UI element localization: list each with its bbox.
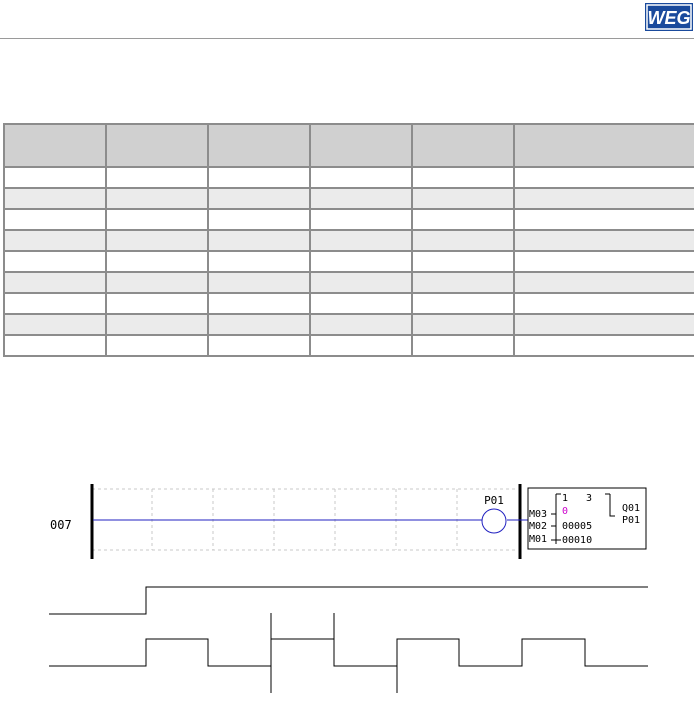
timing-chart [49, 586, 648, 693]
table-cell [411, 166, 515, 189]
table-cell [309, 187, 413, 210]
table-header-cell [3, 123, 107, 168]
block-input-label: M03 [529, 509, 547, 520]
table-cell [3, 229, 107, 252]
ladder-diagram: P01 007 1 3 M03 0 M02 00005 M01 00010 Q0… [0, 470, 694, 704]
table-cell [513, 208, 694, 231]
block-top-left: 1 [562, 493, 568, 504]
table-row [3, 334, 694, 357]
table-cell [105, 313, 209, 336]
table-cell [309, 229, 413, 252]
header-rule [0, 38, 694, 39]
table-cell [3, 250, 107, 273]
svg-text:WEG: WEG [648, 8, 691, 28]
table-cell [207, 208, 311, 231]
table-cell [3, 313, 107, 336]
table-row [3, 250, 694, 273]
table-cell [207, 229, 311, 252]
table-cell [3, 334, 107, 357]
table-row [3, 229, 694, 252]
parameter-table [3, 123, 694, 357]
line-number: 007 [50, 518, 72, 532]
table-cell [411, 313, 515, 336]
table-header-cell [105, 123, 209, 168]
timing-waveform-1 [49, 586, 648, 615]
table-cell [207, 187, 311, 210]
table-cell [207, 250, 311, 273]
table-header-cell [207, 123, 311, 168]
table-cell [3, 187, 107, 210]
table-cell [513, 334, 694, 357]
table-cell [105, 187, 209, 210]
table-cell [207, 334, 311, 357]
table-cell [105, 229, 209, 252]
block-input-label: M01 [529, 534, 547, 545]
table-cell [309, 250, 413, 273]
table-cell [309, 334, 413, 357]
table-cell [513, 313, 694, 336]
function-block[interactable]: 1 3 M03 0 M02 00005 M01 00010 Q01 P01 [527, 487, 647, 550]
table-cell [411, 187, 515, 210]
block-input-value: 0 [562, 506, 568, 517]
block-input-value: 00010 [562, 535, 592, 546]
table-cell [513, 271, 694, 294]
table-cell [207, 292, 311, 315]
table-cell [105, 166, 209, 189]
table-cell [3, 292, 107, 315]
timing-waveform-2 [49, 638, 648, 667]
table-cell [411, 292, 515, 315]
block-output-label: P01 [622, 515, 640, 526]
table-cell [513, 229, 694, 252]
table-cell [513, 166, 694, 189]
table-cell [411, 334, 515, 357]
table-cell [105, 271, 209, 294]
table-cell [105, 292, 209, 315]
weg-logo: WEG [645, 3, 693, 31]
table-cell [411, 229, 515, 252]
table-cell [411, 271, 515, 294]
block-top-right: 3 [586, 493, 592, 504]
table-cell [309, 292, 413, 315]
block-input-value: 00005 [562, 521, 592, 532]
table-row [3, 187, 694, 210]
table-cell [3, 166, 107, 189]
table-cell [309, 313, 413, 336]
table-cell [3, 271, 107, 294]
table-cell [411, 250, 515, 273]
table-row [3, 271, 694, 294]
table-row [3, 292, 694, 315]
block-input-label: M02 [529, 521, 547, 532]
table-row [3, 208, 694, 231]
table-header-cell [411, 123, 515, 168]
table-cell [105, 250, 209, 273]
table-cell [513, 250, 694, 273]
block-output-label: Q01 [622, 503, 640, 514]
table-cell [3, 208, 107, 231]
table-cell [207, 271, 311, 294]
table-row [3, 166, 694, 189]
table-header-row [3, 123, 694, 168]
table-cell [513, 187, 694, 210]
table-cell [309, 271, 413, 294]
table-cell [309, 208, 413, 231]
table-header-cell [309, 123, 413, 168]
table-cell [309, 166, 413, 189]
table-cell [207, 166, 311, 189]
table-cell [105, 334, 209, 357]
coil-icon[interactable] [481, 508, 507, 534]
coil-label: P01 [484, 494, 504, 507]
table-header-cell [513, 123, 694, 168]
table-cell [513, 292, 694, 315]
table-cell [105, 208, 209, 231]
table-cell [207, 313, 311, 336]
table-row [3, 313, 694, 336]
table-cell [411, 208, 515, 231]
